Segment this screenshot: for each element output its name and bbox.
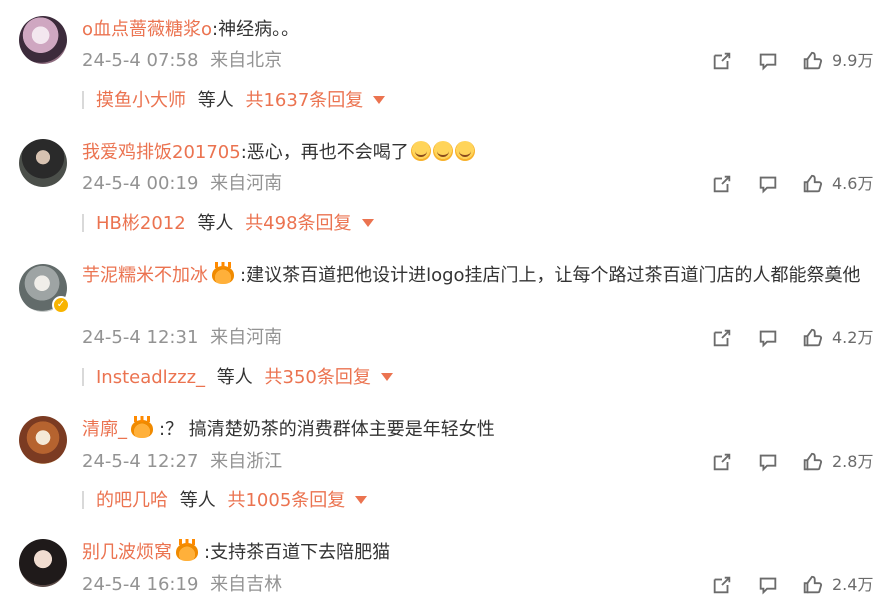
crying-emoji-icon (410, 141, 431, 161)
comment-icon[interactable] (757, 574, 779, 596)
reply-user-link[interactable]: 摸鱼小大师 (96, 90, 186, 111)
comment-icon[interactable] (757, 173, 779, 195)
thumbs-up-icon[interactable] (801, 50, 823, 72)
reply-summary[interactable]: 摸鱼小大师 等人 共1637条回复 (82, 87, 386, 115)
share-icon[interactable] (711, 173, 733, 195)
comment-text-line: 别几波烦窝 :支持茶百道下去陪肥猫 (82, 539, 872, 567)
comment-text-line: 清廓_ :？ 搞清楚奶茶的消费群体主要是年轻女性 (82, 416, 872, 444)
share-icon[interactable] (711, 574, 733, 596)
thumbs-up-icon[interactable] (801, 173, 823, 195)
likes-count: 9.9万 (832, 51, 874, 70)
caret-down-icon[interactable] (380, 373, 393, 381)
comment-actions: 9.9万 (0, 47, 895, 75)
comment-text-line: 我爱鸡排饭201705:恶心，再也不会喝了 (82, 139, 872, 167)
thumbs-up-icon[interactable] (801, 574, 823, 596)
comment-text: :恶心，再也不会喝了 (240, 142, 409, 163)
comment-text: :神经病。。 (212, 19, 300, 40)
reply-count-link[interactable]: 共350条回复 (265, 367, 371, 388)
username-link[interactable]: 芋泥糯米不加冰 (82, 265, 208, 286)
crown-badge-icon (131, 416, 153, 438)
reply-count-link[interactable]: 共1637条回复 (245, 90, 363, 111)
caret-down-icon[interactable] (361, 219, 374, 227)
comment-actions: 4.6万 (0, 170, 895, 198)
reply-label: 等人 (197, 213, 234, 234)
comment-actions: 4.2万 (0, 324, 895, 352)
reply-user-link[interactable]: HB彬2012 (96, 213, 186, 234)
crown-badge-icon (212, 262, 234, 284)
crown-badge-icon (176, 539, 198, 561)
comment-text-line: o血点蔷薇糖浆o:神经病。。 (82, 16, 872, 44)
reply-user-link[interactable]: 的吧几哈 (96, 490, 168, 511)
likes-count: 2.8万 (832, 452, 874, 471)
verified-badge-icon: ✓ (52, 296, 70, 314)
likes-count: 4.6万 (832, 174, 874, 193)
username-link[interactable]: 清廓_ (82, 419, 127, 440)
share-icon[interactable] (711, 327, 733, 349)
share-icon[interactable] (711, 50, 733, 72)
reply-divider (82, 368, 84, 386)
username-link[interactable]: 别几波烦窝 (82, 542, 172, 563)
crying-emoji-icon (454, 141, 475, 161)
likes-count: 4.2万 (832, 328, 874, 347)
comment-text: :？ 搞清楚奶茶的消费群体主要是年轻女性 (159, 419, 495, 440)
reply-summary[interactable]: HB彬2012 等人 共498条回复 (82, 210, 374, 238)
reply-summary[interactable]: Insteadlzzz_ 等人 共350条回复 (82, 364, 393, 392)
crying-emoji-icon (432, 141, 453, 161)
reply-count-link[interactable]: 共498条回复 (245, 213, 351, 234)
comment-actions: 2.8万 (0, 448, 895, 476)
reply-label: 等人 (179, 490, 216, 511)
reply-label: 等人 (197, 90, 234, 111)
comment-actions: 2.4万 (0, 571, 895, 599)
comment-text: :建议茶百道把他设计进logo挂店门上，让每个路过茶百道门店的人都能祭奠他 (240, 265, 861, 286)
comment-icon[interactable] (757, 50, 779, 72)
comment-icon[interactable] (757, 327, 779, 349)
share-icon[interactable] (711, 451, 733, 473)
caret-down-icon[interactable] (355, 496, 368, 504)
reply-label: 等人 (216, 367, 253, 388)
thumbs-up-icon[interactable] (801, 451, 823, 473)
reply-user-link[interactable]: Insteadlzzz_ (96, 367, 205, 388)
comment-icon[interactable] (757, 451, 779, 473)
comment-text: :支持茶百道下去陪肥猫 (204, 542, 391, 563)
reply-divider (82, 491, 84, 509)
thumbs-up-icon[interactable] (801, 327, 823, 349)
likes-count: 2.4万 (832, 575, 874, 594)
caret-down-icon[interactable] (373, 96, 386, 104)
reply-summary[interactable]: 的吧几哈 等人 共1005条回复 (82, 487, 368, 515)
reply-divider (82, 214, 84, 232)
reply-divider (82, 91, 84, 109)
comment-text-line: 芋泥糯米不加冰 :建议茶百道把他设计进logo挂店门上，让每个路过茶百道门店的人都… (82, 261, 872, 291)
reply-count-link[interactable]: 共1005条回复 (227, 490, 345, 511)
username-link[interactable]: o血点蔷薇糖浆o (82, 19, 212, 40)
username-link[interactable]: 我爱鸡排饭201705 (82, 142, 241, 163)
